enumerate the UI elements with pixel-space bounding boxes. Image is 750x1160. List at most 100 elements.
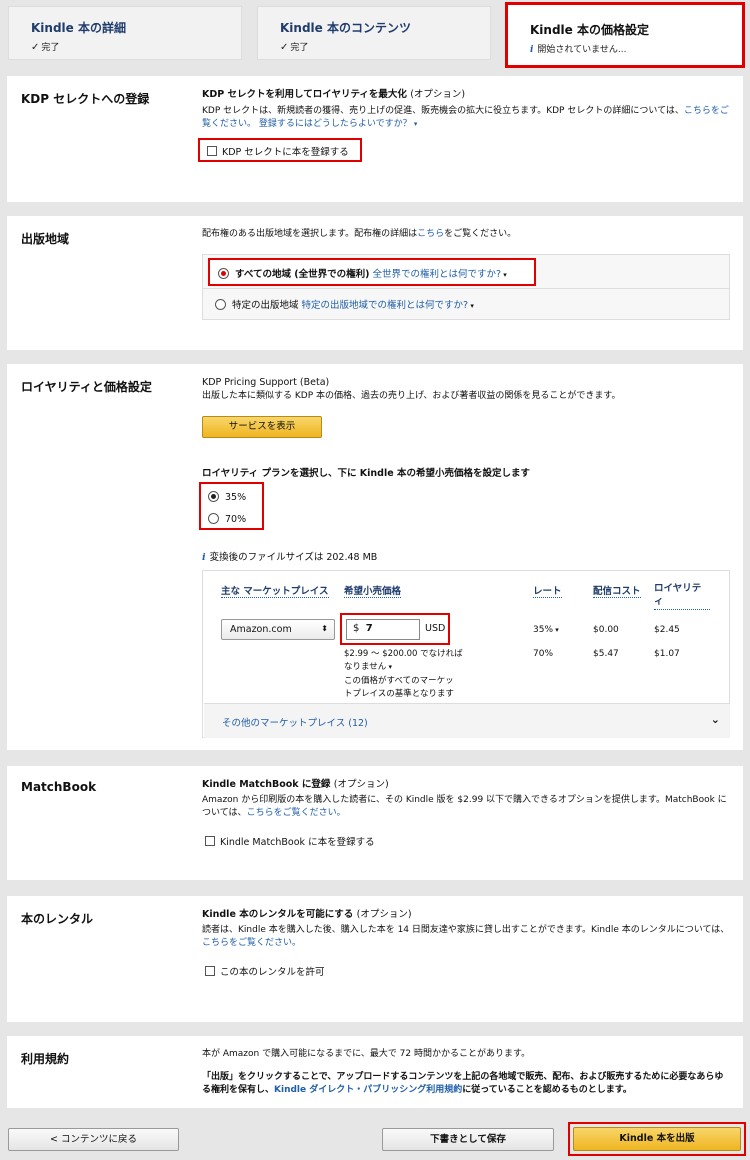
updown-icon: ⬍ <box>321 624 328 633</box>
royalty-70-label: 70% <box>225 514 247 525</box>
back-to-content-button[interactable]: < コンテンツに戻る <box>8 1128 179 1151</box>
other-marketplaces-link[interactable]: その他のマーケットプレイス (12) <box>222 718 368 729</box>
price-input[interactable]: $ 7 <box>346 619 420 640</box>
publish-button-highlight: Kindle 本を出版 <box>568 1122 746 1156</box>
pricing-support-desc: 出版した本に類似する KDP 本の価格、過去の売り上げ、および著者収益の関係を見… <box>202 390 621 401</box>
territory-option-specific[interactable]: 特定の出版地域 特定の出版地域での権利とは何ですか? ▾ <box>203 288 729 320</box>
price-range-note: $2.99 ～ $200.00 でなければなりません ▾ <box>344 648 466 674</box>
royalty-70-option[interactable]: 70% <box>208 513 246 525</box>
kdp-terms-link[interactable]: Kindle ダイレクト・パブリッシング利用規約 <box>274 1085 462 1095</box>
tab-content-status: 完了 <box>290 43 309 53</box>
tab-pricing-title: Kindle 本の価格設定 <box>530 23 649 37</box>
territories-desc: 配布権のある出版地域を選択します。配布権の詳細は <box>202 229 418 239</box>
tab-content[interactable]: Kindle 本のコンテンツ ✓ 完了 <box>257 6 491 60</box>
royalty-35-label: 35% <box>225 492 247 503</box>
optional-label: (オプション) <box>333 779 389 790</box>
lending-details-link[interactable]: こちらをご覧ください。 <box>202 938 301 948</box>
royalty-35-radio[interactable] <box>208 491 219 502</box>
lending-checkbox[interactable] <box>205 966 215 976</box>
tab-details[interactable]: Kindle 本の詳細 ✓ 完了 <box>8 6 242 60</box>
caret-down-icon: ▾ <box>553 626 559 634</box>
kdp-select-desc: KDP セレクトは、新規読者の獲得、売り上げの促進、販売機会の拡大に役立ちます。… <box>202 105 684 116</box>
territory-specific-label: 特定の出版地域 <box>232 300 299 311</box>
tab-content-title: Kindle 本のコンテンツ <box>280 21 411 35</box>
price-base-note: この価格がすべてのマーケットプレイスの基準となります <box>344 676 454 699</box>
tab-details-title: Kindle 本の詳細 <box>31 21 126 35</box>
file-size-text: 変換後のファイルサイズは 202.48 MB <box>209 552 378 563</box>
rate-35-value: 35% <box>533 625 554 635</box>
royalty-35-amount: $2.45 <box>654 625 680 635</box>
territory-specific-radio[interactable] <box>215 299 226 310</box>
terms-line2-end: に従っていることを認めるものとします。 <box>462 1085 632 1096</box>
tab-pricing[interactable]: Kindle 本の価格設定 i 開始されていません... <box>505 2 745 68</box>
section-title: KDP セレクトへの登録 <box>21 92 150 106</box>
lending-desc: 読者は、Kindle 本を購入した後、購入した本を 14 日間友達や家族に貸し出… <box>202 924 730 935</box>
file-size-info: i 変換後のファイルサイズは 202.48 MB <box>202 549 377 563</box>
col-royalty: ロイヤリティ <box>654 583 710 610</box>
royalty-70-radio[interactable] <box>208 513 219 524</box>
caret-down-icon: ▾ <box>411 119 418 128</box>
save-draft-button[interactable]: 下書きとして保存 <box>382 1128 554 1151</box>
matchbook-checkbox-row[interactable]: Kindle MatchBook に本を登録する <box>205 834 375 848</box>
section-kdp-select: KDP セレクトへの登録 KDP セレクトを利用してロイヤリティを最大化 (オプ… <box>7 76 743 202</box>
col-marketplace: 主な マーケットプレイス <box>221 583 329 598</box>
col-delivery-cost: 配信コスト <box>593 583 641 598</box>
caret-down-icon: ▾ <box>468 302 474 310</box>
lending-checkbox-label: この本のレンタルを許可 <box>220 967 325 978</box>
tab-details-status: 完了 <box>41 43 60 53</box>
publish-button[interactable]: Kindle 本を出版 <box>573 1127 741 1151</box>
price-input-group: $ 7 USD <box>340 613 450 645</box>
kdp-select-heading: KDP セレクトを利用してロイヤリティを最大化 <box>202 89 407 100</box>
section-matchbook: MatchBook Kindle MatchBook に登録 (オプション) A… <box>7 766 743 880</box>
price-range-text: $2.99 ～ $200.00 でなければなりません <box>344 649 463 672</box>
check-icon: ✓ <box>280 42 289 53</box>
kdp-select-checkbox[interactable] <box>207 146 217 156</box>
view-service-button[interactable]: サービスを表示 <box>202 416 322 438</box>
rate-35-dropdown[interactable]: 35% ▾ <box>533 625 559 635</box>
lending-checkbox-row[interactable]: この本のレンタルを許可 <box>205 964 325 978</box>
royalty-35-option[interactable]: 35% <box>208 491 246 503</box>
kdp-select-checkbox-label: KDP セレクトに本を登録する <box>222 147 349 158</box>
section-terms: 利用規約 本が Amazon で購入可能になるまでに、最大で 72 時間かかるこ… <box>7 1036 743 1108</box>
col-list-price: 希望小売価格 <box>344 583 402 598</box>
territories-desc-end: をご覧ください。 <box>444 229 517 239</box>
other-marketplaces-row[interactable]: その他のマーケットプレイス (12) ⌄ <box>204 703 730 738</box>
matchbook-checkbox-label: Kindle MatchBook に本を登録する <box>220 837 375 848</box>
col-rate: レート <box>533 583 562 598</box>
matchbook-heading: Kindle MatchBook に登録 <box>202 779 331 790</box>
worldwide-rights-link[interactable]: 全世界での権利とは何ですか? <box>372 269 501 280</box>
price-value: 7 <box>365 623 373 634</box>
optional-label: (オプション) <box>410 89 466 100</box>
caret-down-icon: ▾ <box>386 662 392 671</box>
caret-down-icon: ▾ <box>501 271 507 279</box>
currency-label: USD <box>425 623 446 634</box>
info-icon: i <box>202 552 206 563</box>
info-icon: i <box>530 45 534 55</box>
section-title: 出版地域 <box>21 232 70 246</box>
territory-option-all[interactable]: すべての地域 (全世界での権利) 全世界での権利とは何ですか? ▾ <box>208 258 536 286</box>
kdp-select-checkbox-row[interactable]: KDP セレクトに本を登録する <box>198 138 362 162</box>
section-title: 本のレンタル <box>21 912 94 926</box>
tab-pricing-status: 開始されていません... <box>537 45 627 55</box>
chevron-down-icon[interactable]: ⌄ <box>711 713 720 726</box>
royalty-plan-options: 35% 70% <box>199 482 264 530</box>
section-territories: 出版地域 配布権のある出版地域を選択します。配布権の詳細はこちらをご覧ください。… <box>7 216 743 350</box>
step-tabs: Kindle 本の詳細 ✓ 完了 Kindle 本のコンテンツ ✓ 完了 Kindl… <box>0 0 750 70</box>
section-lending: 本のレンタル Kindle 本のレンタルを可能にする (オプション) 読者は、K… <box>7 896 743 1022</box>
matchbook-details-link[interactable]: こちらをご覧ください。 <box>247 808 346 818</box>
marketplace-select[interactable]: Amazon.com ⬍ <box>221 619 335 640</box>
optional-label: (オプション) <box>356 909 412 920</box>
rate-70-value: 70% <box>533 649 554 659</box>
how-to-enroll-link[interactable]: 登録するにはどうしたらよいですか？ <box>259 119 412 129</box>
delivery-cost-35: $0.00 <box>593 625 619 635</box>
matchbook-checkbox[interactable] <box>205 836 215 846</box>
territory-all-radio[interactable] <box>218 268 229 279</box>
marketplace-value: Amazon.com <box>230 624 292 635</box>
terms-line1: 本が Amazon で購入可能になるまでに、最大で 72 時間かかることがありま… <box>202 1049 531 1059</box>
pricing-support-title: KDP Pricing Support (Beta) <box>202 377 330 388</box>
rights-link[interactable]: こちら <box>417 229 444 239</box>
specific-rights-link[interactable]: 特定の出版地域での権利とは何ですか? <box>302 300 469 311</box>
section-royalty-pricing: ロイヤリティと価格設定 KDP Pricing Support (Beta) 出… <box>7 364 743 750</box>
check-icon: ✓ <box>31 42 40 53</box>
pricing-table: 主な マーケットプレイス 希望小売価格 レート 配信コスト ロイヤリティ Ama… <box>202 570 730 738</box>
